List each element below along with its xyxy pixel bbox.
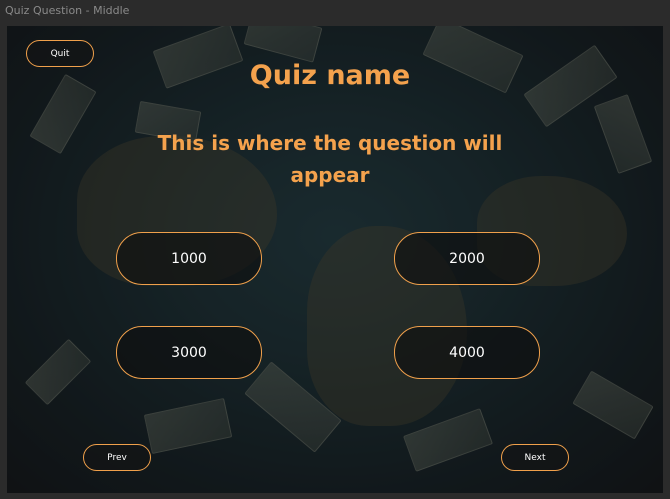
answer-option-3[interactable]: 3000 — [116, 326, 262, 379]
banknote-decoration — [143, 397, 233, 455]
frame-title: Quiz Question - Middle — [5, 4, 130, 17]
prev-button[interactable]: Prev — [83, 444, 151, 471]
banknote-decoration — [24, 338, 92, 406]
next-button[interactable]: Next — [501, 444, 569, 471]
answer-option-4[interactable]: 4000 — [394, 326, 540, 379]
banknote-decoration — [593, 94, 653, 174]
question-text: This is where the question will appear — [157, 131, 503, 187]
answer-option-1[interactable]: 1000 — [116, 232, 262, 285]
answer-option-2[interactable]: 2000 — [394, 232, 540, 285]
banknote-decoration — [572, 370, 654, 440]
banknote-decoration — [402, 408, 494, 472]
banknote-decoration — [244, 361, 342, 453]
banknote-decoration — [243, 26, 323, 63]
quiz-canvas: Quit Quiz name This is where the questio… — [7, 26, 663, 493]
quiz-title: Quiz name — [249, 60, 411, 91]
